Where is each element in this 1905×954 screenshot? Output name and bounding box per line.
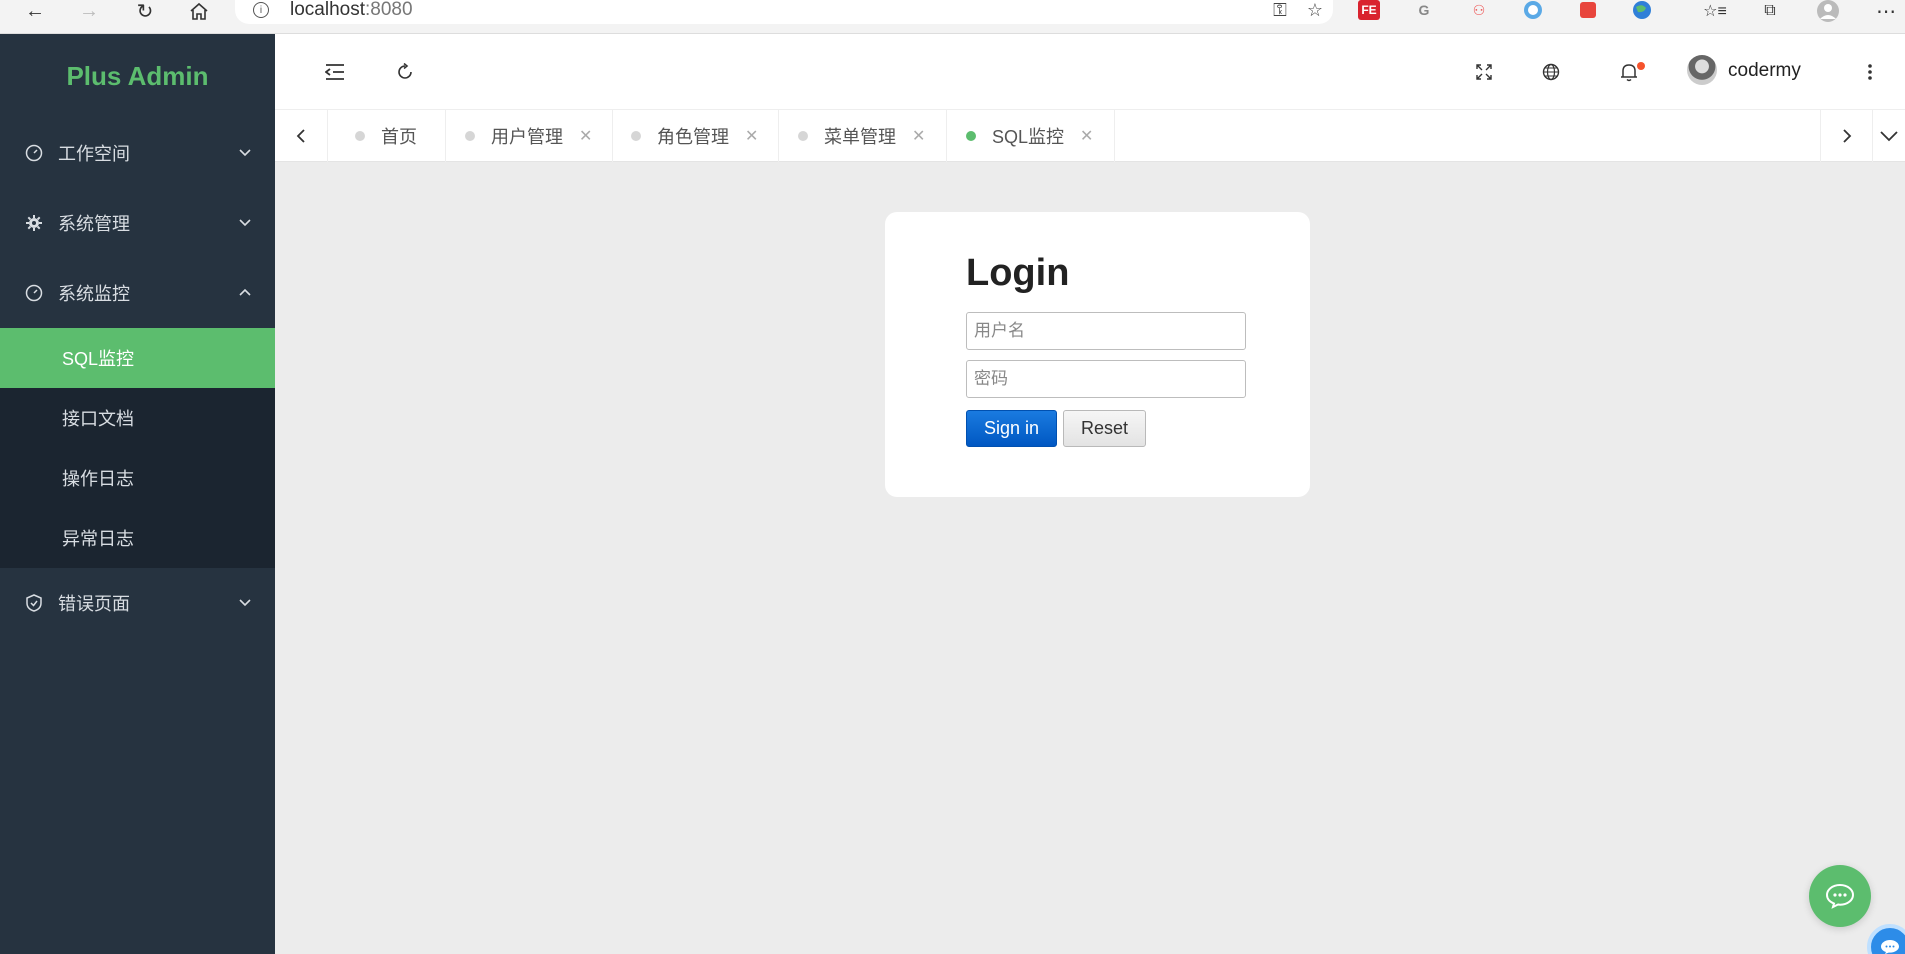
collapse-menu-icon[interactable] <box>323 60 347 84</box>
globe-extension-icon[interactable] <box>1631 0 1653 20</box>
chat-floating-button[interactable] <box>1809 865 1871 927</box>
tab-label: 角色管理 <box>657 127 729 147</box>
url-host: localhost <box>290 0 365 20</box>
sidebar-item-error-pages[interactable]: 错误页面 <box>0 568 275 638</box>
chevron-down-icon <box>239 149 251 157</box>
url-port: :8080 <box>365 0 413 20</box>
tab-label: 菜单管理 <box>824 127 896 147</box>
close-icon[interactable]: ✕ <box>745 126 758 146</box>
top-header: codermy <box>275 34 1905 110</box>
more-options-icon[interactable]: ⋯ <box>1868 0 1904 23</box>
tabs-scroll-right-icon[interactable] <box>1820 110 1873 162</box>
tab-label: 用户管理 <box>491 127 563 147</box>
chevron-down-icon <box>239 599 251 607</box>
tab-status-dot <box>798 131 808 141</box>
g-extension-icon[interactable]: G <box>1413 0 1435 20</box>
close-icon[interactable]: ✕ <box>1080 126 1093 146</box>
sidebar-item-label: 系统管理 <box>58 214 130 234</box>
fullscreen-icon[interactable] <box>1472 60 1496 84</box>
close-icon[interactable]: ✕ <box>579 126 592 146</box>
language-globe-icon[interactable] <box>1539 60 1563 84</box>
username-input[interactable] <box>966 312 1246 350</box>
favorite-star-icon[interactable]: ☆ <box>1307 0 1323 21</box>
sidebar-item-operation-log[interactable]: 操作日志 <box>0 448 275 508</box>
chat-bubble-icon <box>1881 940 1899 954</box>
tab-home[interactable]: 首页 <box>328 110 446 162</box>
sidebar-item-api-docs[interactable]: 接口文档 <box>0 388 275 448</box>
tab-status-dot <box>966 131 976 141</box>
network-extension-icon[interactable]: ⚇ <box>1468 0 1490 20</box>
tab-label: 首页 <box>381 127 417 147</box>
tab-status-dot <box>631 131 641 141</box>
chevron-down-icon <box>239 219 251 227</box>
login-title: Login <box>966 252 1070 294</box>
more-vertical-icon[interactable] <box>1858 60 1882 84</box>
reload-icon[interactable]: ↻ <box>127 0 163 23</box>
cube-extension-icon[interactable] <box>1577 0 1599 20</box>
sign-in-button[interactable]: Sign in <box>966 410 1057 447</box>
sidebar-item-label: 系统监控 <box>58 284 130 304</box>
collections-icon[interactable]: ⧉ <box>1752 0 1788 22</box>
sidebar-item-sql-monitor[interactable]: SQL监控 <box>0 328 275 388</box>
browser-toolbar: ← → ↻ i localhost:8080 ⚿ ☆ FE G ⚇ ☆≡ ⧉ ⋯ <box>0 0 1905 34</box>
tab-role-management[interactable]: 角色管理 ✕ <box>613 110 780 162</box>
notification-badge <box>1637 62 1645 70</box>
forward-icon[interactable]: → <box>71 0 107 22</box>
sidebar-item-workspace[interactable]: 工作空间 <box>0 118 275 188</box>
key-icon[interactable]: ⚿ <box>1273 0 1287 21</box>
sidebar-item-label: 工作空间 <box>58 144 130 164</box>
sidebar-item-system-management[interactable]: 系统管理 <box>0 188 275 258</box>
url-text[interactable]: localhost:8080 <box>290 0 413 20</box>
sidebar-item-exception-log[interactable]: 异常日志 <box>0 508 275 568</box>
login-card: Login Sign in Reset <box>885 212 1310 497</box>
password-input[interactable] <box>966 360 1246 398</box>
home-icon[interactable] <box>181 0 217 22</box>
app-logo[interactable]: Plus Admin <box>0 34 275 118</box>
avatar[interactable] <box>1687 55 1717 85</box>
sidebar: Plus Admin 工作空间 系统管理 系统监控 SQL监控 接口文档 操作日… <box>0 34 275 954</box>
dashboard-icon <box>24 143 44 163</box>
tab-sql-monitor[interactable]: SQL监控 ✕ <box>948 110 1116 162</box>
chat-bubble-icon <box>1825 883 1855 909</box>
submenu-system-monitor: SQL监控 接口文档 操作日志 异常日志 <box>0 328 275 568</box>
user-name[interactable]: codermy <box>1728 60 1801 82</box>
refresh-icon[interactable] <box>393 60 417 84</box>
address-bar[interactable]: i localhost:8080 ⚿ ☆ <box>235 0 1333 24</box>
support-chat-button[interactable] <box>1867 924 1905 954</box>
fe-extension-icon[interactable]: FE <box>1358 0 1380 20</box>
profile-avatar-icon[interactable] <box>1810 0 1846 22</box>
tab-status-dot <box>465 131 475 141</box>
dashboard-icon <box>24 283 44 303</box>
tabs-dropdown-chevron-down-icon[interactable] <box>1873 110 1905 162</box>
tabs-scroll-left-icon[interactable] <box>275 110 328 162</box>
chat-extension-icon[interactable] <box>1522 0 1544 20</box>
tab-label: SQL监控 <box>992 127 1065 147</box>
back-icon[interactable]: ← <box>17 0 53 22</box>
tabs-bar: 首页 用户管理 ✕ 角色管理 ✕ 菜单管理 ✕ SQL监控 ✕ <box>275 110 1905 162</box>
site-info-icon[interactable]: i <box>253 2 269 18</box>
tab-menu-management[interactable]: 菜单管理 ✕ <box>780 110 948 162</box>
gear-icon <box>24 213 44 233</box>
favorites-list-icon[interactable]: ☆≡ <box>1697 0 1733 22</box>
sidebar-item-system-monitor[interactable]: 系统监控 <box>0 258 275 328</box>
sidebar-item-label: 错误页面 <box>58 594 130 614</box>
tab-status-dot <box>355 131 365 141</box>
tab-user-management[interactable]: 用户管理 ✕ <box>445 110 614 162</box>
chevron-up-icon <box>239 288 251 296</box>
close-icon[interactable]: ✕ <box>912 126 925 146</box>
shield-icon <box>24 593 44 613</box>
reset-button[interactable]: Reset <box>1063 410 1146 447</box>
